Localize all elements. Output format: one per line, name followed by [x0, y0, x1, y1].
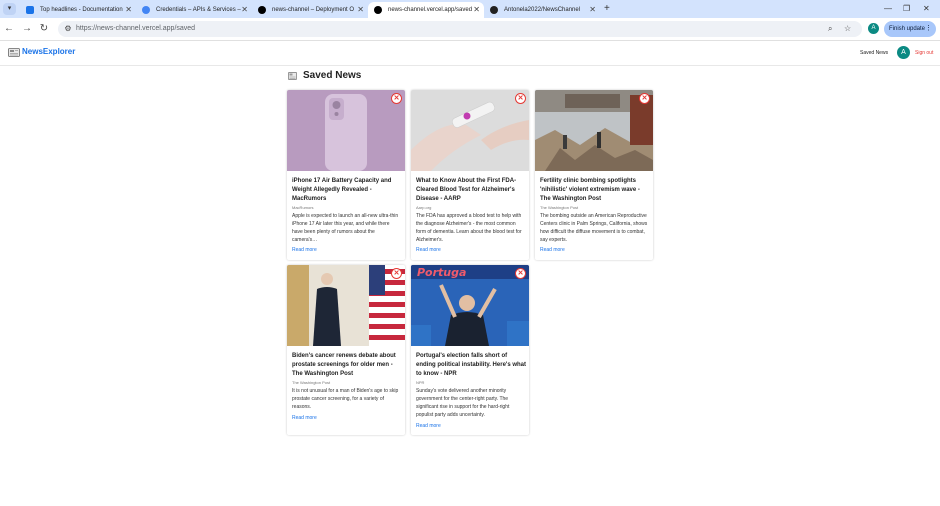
document-icon — [26, 6, 34, 14]
news-card[interactable]: ✕ What to Know About the First FDA-Clear… — [411, 90, 529, 260]
remove-bookmark-button[interactable]: ✕ — [639, 93, 650, 104]
phone-image[interactable] — [287, 90, 405, 171]
github-icon — [490, 6, 498, 14]
new-tab-button[interactable]: + — [604, 2, 610, 16]
site-header: NewsExplorer Saved News A Sign out — [0, 41, 940, 66]
close-icon[interactable]: ✕ — [473, 2, 480, 18]
read-more-link[interactable]: Read more — [416, 423, 441, 430]
nav-saved-news[interactable]: Saved News — [860, 49, 888, 57]
tab-label: Credentials – APIs & Services – — [156, 7, 241, 13]
api-icon — [142, 6, 150, 14]
newspaper-icon — [8, 48, 20, 57]
browser-tab-2[interactable]: Credentials – APIs & Services – ✕ — [136, 2, 252, 18]
browser-toolbar: ← → ↻ ⚙ https://news-channel.vercel.app/… — [0, 18, 940, 41]
article-title[interactable]: What to Know About the First FDA-Cleared… — [416, 177, 526, 204]
tab-label: Top headlines - Documentation — [40, 7, 123, 13]
bombing-site-image[interactable] — [535, 90, 653, 171]
remove-bookmark-button[interactable]: ✕ — [391, 93, 402, 104]
article-description: Apple is expected to launch an all-new u… — [292, 213, 399, 243]
close-icon[interactable]: ✕ — [357, 2, 364, 18]
kebab-menu-icon[interactable]: ⋮ — [925, 21, 932, 37]
browser-tabstrip: ▾ Top headlines - Documentation ✕ Creden… — [0, 0, 940, 18]
image-banner-text: Portuga — [417, 266, 466, 279]
minimize-icon[interactable]: — — [884, 2, 892, 16]
page-title: Saved News — [303, 70, 362, 81]
article-description: Sunday's vote delivered another minority… — [416, 388, 510, 418]
article-title[interactable]: iPhone 17 Air Battery Capacity and Weigh… — [292, 177, 402, 204]
finish-update-label: Finish update — [889, 26, 926, 32]
sign-out-link[interactable]: Sign out — [915, 49, 933, 57]
close-icon[interactable]: ✕ — [589, 2, 596, 18]
restore-icon[interactable]: ❐ — [903, 2, 910, 16]
news-card[interactable]: ✕ Biden's cancer renews debate about pro… — [287, 265, 405, 435]
article-source: MacRumors — [292, 205, 314, 210]
news-card[interactable]: ✕ iPhone 17 Air Battery Capacity and Wei… — [287, 90, 405, 260]
url-text[interactable]: https://news-channel.vercel.app/saved — [76, 21, 195, 37]
tab-label: news-channel – Deployment O — [272, 7, 355, 13]
blood-test-image[interactable] — [411, 90, 529, 171]
close-icon[interactable]: ✕ — [241, 2, 248, 18]
browser-tab-1[interactable]: Top headlines - Documentation ✕ — [20, 2, 136, 18]
article-source: NPR — [416, 380, 425, 385]
article-description: It is not unusual for a man of Biden's a… — [292, 388, 399, 410]
read-more-link[interactable]: Read more — [292, 247, 317, 254]
read-more-link[interactable]: Read more — [540, 247, 565, 254]
article-description: The bombing outside an American Reproduc… — [540, 213, 648, 243]
forward-icon[interactable]: → — [21, 22, 33, 36]
article-source: The Washington Post — [292, 380, 331, 385]
portugal-election-image[interactable]: Portuga — [411, 265, 529, 346]
read-more-link[interactable]: Read more — [416, 247, 441, 254]
remove-bookmark-button[interactable]: ✕ — [391, 268, 402, 279]
article-source: Aarp.org — [416, 205, 432, 210]
zoom-icon[interactable]: ⌕ — [828, 21, 832, 37]
reload-icon[interactable]: ↻ — [38, 22, 50, 36]
article-description: The FDA has approved a blood test to hel… — [416, 213, 522, 243]
newspaper-icon — [288, 72, 297, 80]
biden-image[interactable] — [287, 265, 405, 346]
address-bar[interactable]: ⚙ https://news-channel.vercel.app/saved … — [58, 21, 862, 37]
remove-bookmark-button[interactable]: ✕ — [515, 93, 526, 104]
tab-label: news-channel.vercel.app/saved — [388, 7, 473, 13]
back-icon[interactable]: ← — [3, 22, 15, 36]
browser-tab-5[interactable]: Antonela2022/NewsChannel ✕ — [484, 2, 600, 18]
vercel-icon — [374, 6, 382, 14]
finish-update-button[interactable]: Finish update ⋮ — [884, 21, 936, 37]
vercel-icon — [258, 6, 266, 14]
article-source: The Washington Post — [540, 205, 579, 210]
browser-tab-3[interactable]: news-channel – Deployment O ✕ — [252, 2, 368, 18]
news-card[interactable]: Portuga ✕ Portugal's election falls shor… — [411, 265, 529, 435]
user-avatar[interactable]: A — [897, 46, 910, 59]
site-info-icon[interactable]: ⚙ — [63, 24, 73, 34]
tab-search-button[interactable]: ▾ — [3, 3, 16, 15]
read-more-link[interactable]: Read more — [292, 415, 317, 422]
browser-tab-active[interactable]: news-channel.vercel.app/saved ✕ — [368, 2, 484, 18]
remove-bookmark-button[interactable]: ✕ — [515, 268, 526, 279]
article-title[interactable]: Portugal's election falls short of endin… — [416, 352, 526, 379]
article-title[interactable]: Fertility clinic bombing spotlights 'nih… — [540, 177, 650, 204]
article-title[interactable]: Biden's cancer renews debate about prost… — [292, 352, 402, 379]
window-close-icon[interactable]: ✕ — [923, 2, 930, 16]
site-logo[interactable]: NewsExplorer — [22, 46, 75, 58]
news-card[interactable]: ✕ Fertility clinic bombing spotlights 'n… — [535, 90, 653, 260]
bookmark-star-icon[interactable]: ☆ — [844, 21, 851, 37]
close-icon[interactable]: ✕ — [125, 2, 132, 18]
profile-avatar[interactable]: A — [868, 23, 879, 34]
tab-label: Antonela2022/NewsChannel — [504, 7, 581, 13]
